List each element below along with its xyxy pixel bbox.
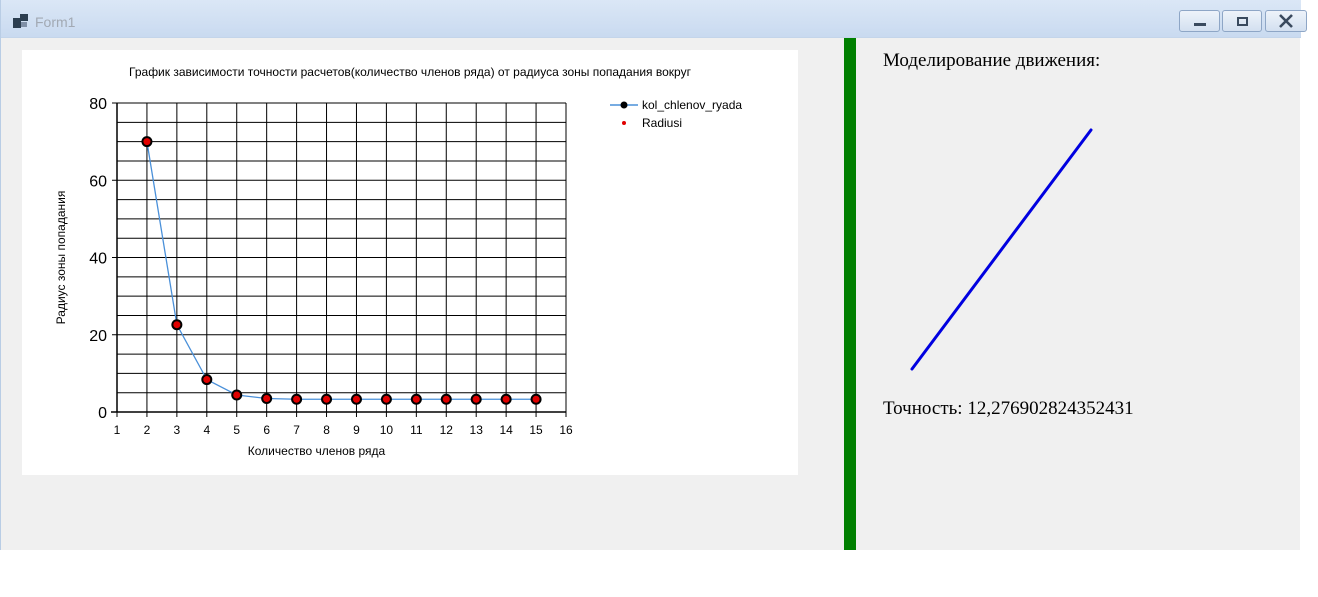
series-point-radiusi <box>263 394 271 402</box>
x-tick-label: 5 <box>233 423 240 437</box>
legend-point-swatch <box>622 121 626 125</box>
x-tick-label: 7 <box>293 423 300 437</box>
series-point-radiusi <box>472 395 480 403</box>
simulation-title: Моделирование движения: <box>883 50 1101 71</box>
legend-label-kol-chlenov-ryada: kol_chlenov_ryada <box>642 98 742 112</box>
series-point-radiusi <box>412 395 420 403</box>
x-tick-label: 3 <box>174 423 181 437</box>
accuracy-label: Точность: 12,276902824352431 <box>883 398 1134 419</box>
legend-label-radiusi: Radiusi <box>642 116 682 130</box>
series-point-radiusi <box>203 376 211 384</box>
x-tick-label: 13 <box>470 423 484 437</box>
series-point-radiusi <box>143 138 151 146</box>
window-title: Form1 <box>35 14 76 30</box>
maximize-button[interactable] <box>1222 10 1262 32</box>
x-tick-label: 9 <box>353 423 360 437</box>
x-tick-label: 8 <box>323 423 330 437</box>
series-point-radiusi <box>173 321 181 329</box>
x-tick-label: 10 <box>380 423 394 437</box>
y-tick-label: 20 <box>89 328 107 345</box>
chart-title: График зависимости точности расчетов(кол… <box>129 65 692 79</box>
main-window: Form1 График зависимости точности расчет… <box>0 0 1307 550</box>
chart-panel: График зависимости точности расчетов(кол… <box>22 50 798 475</box>
trajectory-line <box>910 128 1093 371</box>
accuracy-chart: График зависимости точности расчетов(кол… <box>54 65 742 458</box>
x-tick-label: 15 <box>529 423 543 437</box>
maximize-icon <box>1236 16 1248 26</box>
series-point-radiusi <box>233 391 241 399</box>
x-tick-label: 16 <box>559 423 573 437</box>
minimize-icon <box>1193 22 1206 26</box>
title-bar[interactable]: Form1 <box>1 0 1307 38</box>
series-point-radiusi <box>352 395 360 403</box>
y-tick-label: 80 <box>89 96 107 113</box>
legend-marker-swatch <box>620 101 628 109</box>
series-point-radiusi <box>442 395 450 403</box>
x-tick-label: 6 <box>263 423 270 437</box>
x-tick-label: 2 <box>144 423 151 437</box>
x-axis-label: Количество членов ряда <box>248 444 386 458</box>
y-tick-label: 60 <box>89 173 107 190</box>
y-tick-label: 40 <box>89 251 107 268</box>
x-tick-label: 4 <box>203 423 210 437</box>
series-point-radiusi <box>293 395 301 403</box>
motion-canvas <box>910 128 1093 371</box>
app-form-icon <box>13 14 29 28</box>
close-button[interactable] <box>1265 10 1307 32</box>
panel-divider <box>844 38 856 550</box>
series-point-radiusi <box>323 395 331 403</box>
minimize-button[interactable] <box>1179 10 1220 32</box>
series-point-radiusi <box>382 395 390 403</box>
y-axis-label: Радиус зоны попадания <box>54 191 68 325</box>
x-tick-label: 12 <box>440 423 454 437</box>
x-tick-label: 14 <box>499 423 513 437</box>
series-point-radiusi <box>502 395 510 403</box>
close-icon <box>1279 14 1293 28</box>
series-point-radiusi <box>532 395 540 403</box>
x-tick-label: 11 <box>410 423 423 437</box>
y-tick-label: 0 <box>98 405 107 422</box>
x-tick-label: 1 <box>114 423 121 437</box>
